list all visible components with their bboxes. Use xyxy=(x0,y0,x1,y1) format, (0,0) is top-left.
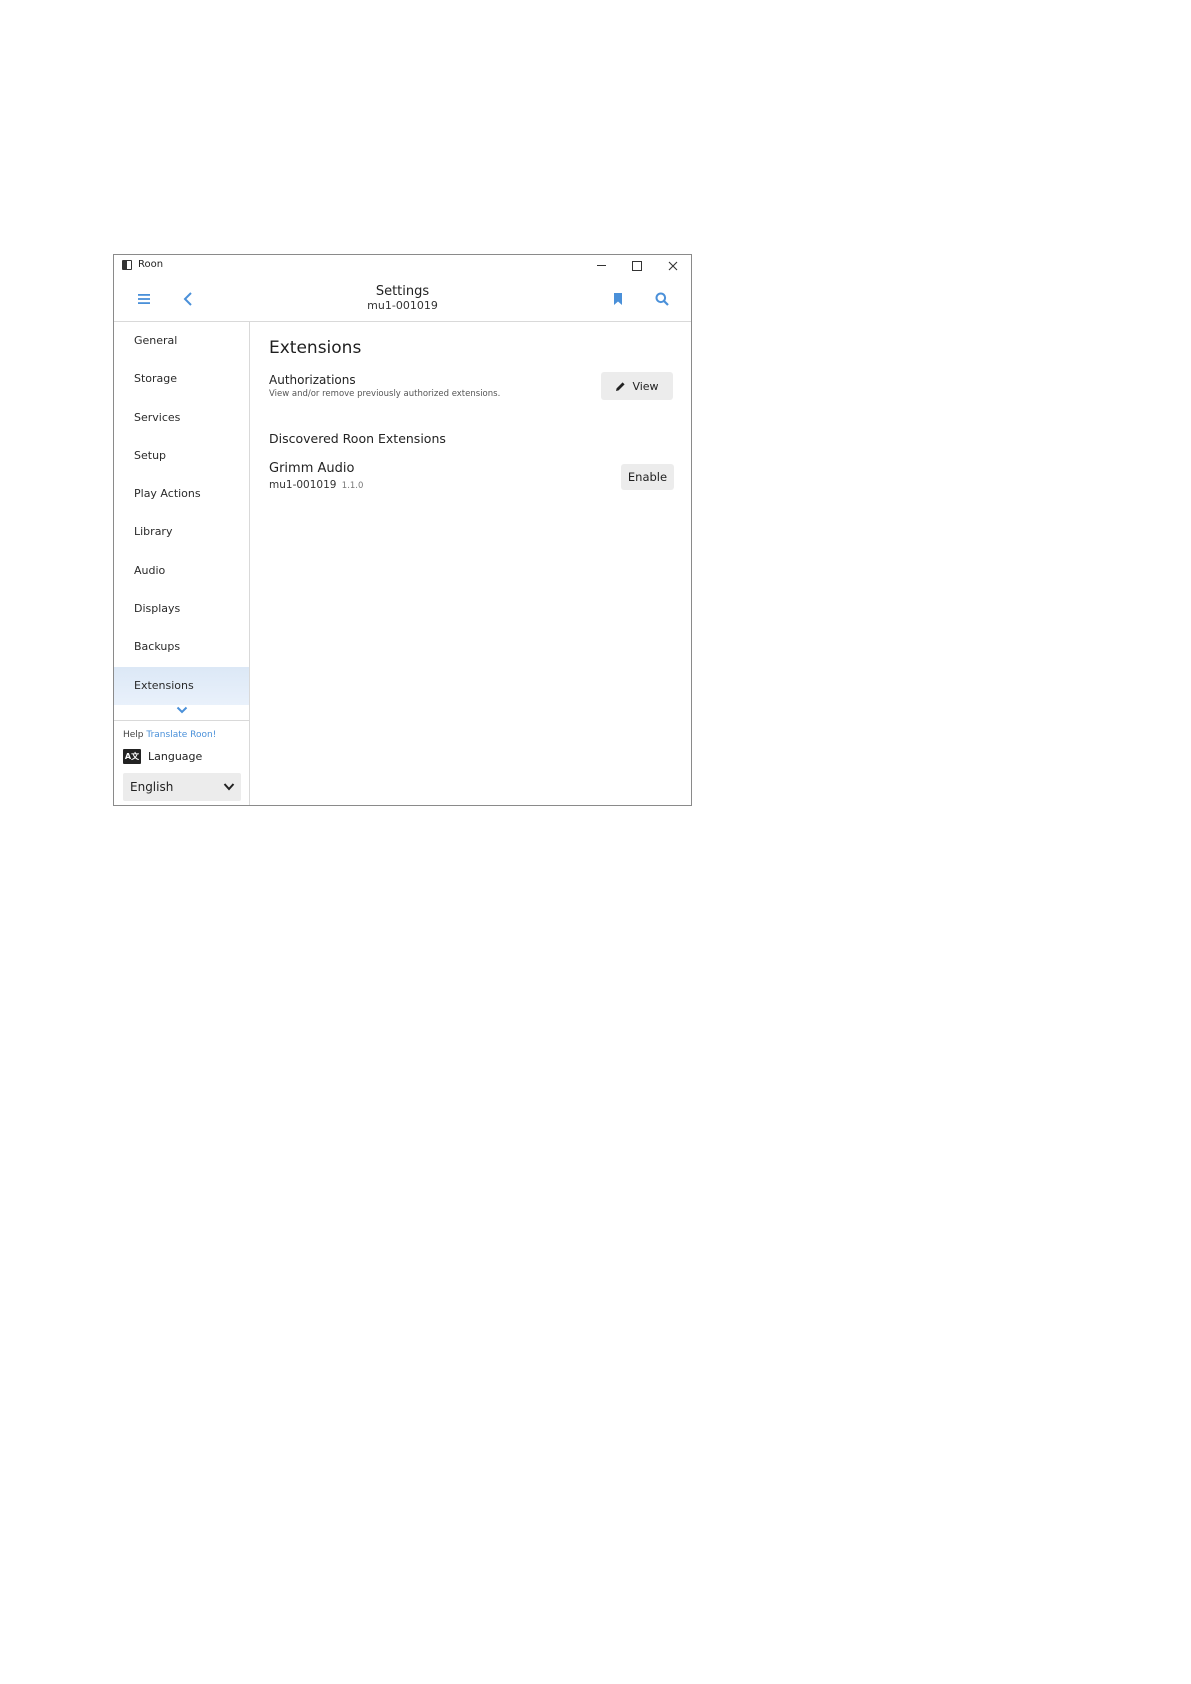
sidebar-item-displays[interactable]: Displays xyxy=(114,590,249,628)
language-label: Language xyxy=(148,750,203,763)
sidebar-item-general[interactable]: General xyxy=(114,322,249,360)
maximize-icon[interactable] xyxy=(619,255,655,276)
extension-host: mu1-001019 xyxy=(269,479,337,491)
scroll-more-chevron-icon[interactable] xyxy=(114,703,249,717)
help-prefix: Help xyxy=(123,730,144,740)
chevron-down-icon xyxy=(223,781,235,795)
enable-extension-button[interactable]: Enable xyxy=(621,464,674,490)
roon-window: Roon Settings mu1-001019 General Storage… xyxy=(113,254,692,806)
help-translate-line: Help Translate Roon! xyxy=(123,730,216,740)
discovered-extensions-title: Discovered Roon Extensions xyxy=(269,431,446,446)
sidebar-item-play-actions[interactable]: Play Actions xyxy=(114,475,249,513)
settings-nav-list: General Storage Services Setup Play Acti… xyxy=(114,322,249,705)
language-select[interactable]: English xyxy=(123,773,241,801)
sidebar-item-backups[interactable]: Backups xyxy=(114,628,249,666)
search-icon[interactable] xyxy=(644,276,680,321)
language-selected-value: English xyxy=(130,780,174,794)
authorizations-title: Authorizations xyxy=(269,373,356,387)
pencil-icon xyxy=(615,381,626,392)
title-bar: Roon xyxy=(114,255,691,276)
extension-meta: mu1-001019 1.1.0 xyxy=(269,479,363,491)
language-icon: A文 xyxy=(123,749,141,764)
minimize-icon[interactable] xyxy=(583,255,619,276)
close-icon[interactable] xyxy=(655,255,691,276)
extension-name: Grimm Audio xyxy=(269,461,355,476)
sidebar-divider xyxy=(114,720,249,721)
view-authorizations-button[interactable]: View xyxy=(601,372,673,400)
sidebar-item-services[interactable]: Services xyxy=(114,399,249,437)
sidebar-item-audio[interactable]: Audio xyxy=(114,552,249,590)
page-title: Extensions xyxy=(269,338,362,358)
sidebar-item-storage[interactable]: Storage xyxy=(114,360,249,398)
app-title: Roon xyxy=(138,259,164,270)
settings-header: Settings mu1-001019 xyxy=(114,276,691,322)
roon-app-icon xyxy=(122,260,132,270)
language-row: A文 Language xyxy=(123,749,202,764)
settings-sidebar: General Storage Services Setup Play Acti… xyxy=(114,322,250,805)
extension-version: 1.1.0 xyxy=(341,481,364,491)
authorizations-description: View and/or remove previously authorized… xyxy=(269,389,501,399)
extensions-panel: Extensions Authorizations View and/or re… xyxy=(250,322,691,805)
sidebar-item-setup[interactable]: Setup xyxy=(114,437,249,475)
view-button-label: View xyxy=(632,379,659,393)
sidebar-item-extensions[interactable]: Extensions xyxy=(114,666,249,705)
translate-roon-link[interactable]: Translate Roon! xyxy=(146,730,216,740)
sidebar-item-library[interactable]: Library xyxy=(114,513,249,551)
bookmark-icon[interactable] xyxy=(600,276,636,321)
